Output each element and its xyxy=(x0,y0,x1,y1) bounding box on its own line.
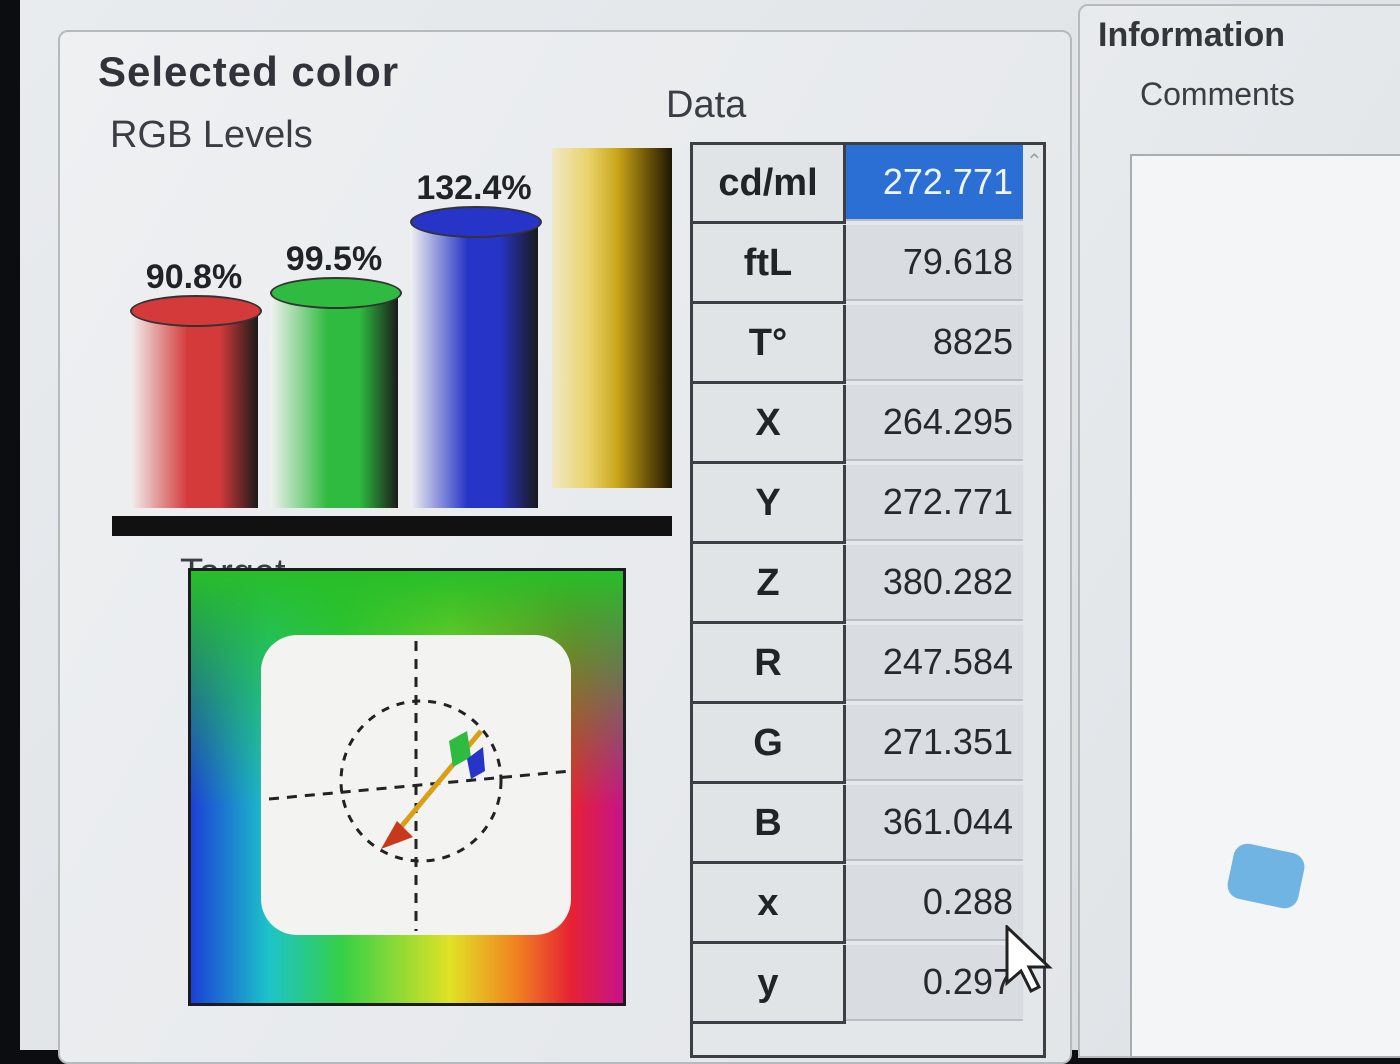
data-row[interactable]: y 0.297 xyxy=(693,945,1043,1025)
bar-blue-top xyxy=(410,206,542,238)
information-panel: Information Comments xyxy=(1078,4,1400,1058)
data-row-key: cd/ml xyxy=(693,145,846,224)
arrow-head xyxy=(381,821,413,849)
bar-blue-body xyxy=(410,224,538,508)
data-row-value[interactable]: 247.584 xyxy=(846,625,1023,701)
data-row-value[interactable]: 380.282 xyxy=(846,545,1023,621)
target-crosshair xyxy=(268,641,572,931)
data-row[interactable]: ftL 79.618 xyxy=(693,225,1043,305)
data-row-value[interactable]: 79.618 xyxy=(846,225,1023,301)
data-row-key: X xyxy=(693,385,846,464)
data-row-key: Z xyxy=(693,545,846,624)
bar-blue: 132.4% xyxy=(410,144,542,508)
screen: Selected color RGB Levels Data Target 90… xyxy=(20,0,1400,1064)
panel-title: Selected color xyxy=(98,48,400,95)
target-circle xyxy=(339,699,503,863)
data-row-key: Y xyxy=(693,465,846,544)
bar-green-body xyxy=(270,295,398,508)
data-row[interactable]: T° 8825 xyxy=(693,305,1043,385)
data-row[interactable]: B 361.044 xyxy=(693,785,1043,865)
data-row-value[interactable]: 0.297 xyxy=(846,945,1023,1021)
data-row-value[interactable]: 264.295 xyxy=(846,385,1023,461)
bar-green: 99.5% xyxy=(270,215,402,508)
data-table[interactable]: ⌃ cd/ml 272.771 ftL 79.618 T° 8825 X 264.295 Y 27… xyxy=(690,142,1046,1058)
rgb-levels-chart: 90.8% 99.5% 132.4% xyxy=(112,148,672,536)
data-row-value[interactable]: 8825 xyxy=(846,305,1023,381)
bar-green-top xyxy=(270,277,402,309)
comments-textarea[interactable] xyxy=(1130,154,1400,1058)
data-row[interactable]: x 0.288 xyxy=(693,865,1043,945)
chart-gradient-background xyxy=(552,148,672,488)
data-label: Data xyxy=(666,84,747,126)
data-row-key: T° xyxy=(693,305,846,384)
crosshair-horizontal xyxy=(268,769,572,801)
data-row-key: R xyxy=(693,625,846,704)
data-row-key: ftL xyxy=(693,225,846,304)
data-row-value[interactable]: 361.044 xyxy=(846,785,1023,861)
bar-red: 90.8% xyxy=(130,233,262,508)
bar-green-label: 99.5% xyxy=(285,240,383,278)
data-row[interactable]: X 264.295 xyxy=(693,385,1043,465)
data-row-key: y xyxy=(693,945,846,1024)
data-row[interactable]: R 247.584 xyxy=(693,625,1043,705)
data-row[interactable]: cd/ml 272.771 xyxy=(693,145,1043,225)
data-row-value[interactable]: 271.351 xyxy=(846,705,1023,781)
target-chart xyxy=(188,568,626,1006)
data-row-key: B xyxy=(693,785,846,864)
data-row-key: G xyxy=(693,705,846,784)
data-row-key: x xyxy=(693,865,846,944)
data-row-value[interactable]: 272.771 xyxy=(846,145,1023,221)
bar-red-top xyxy=(130,295,262,327)
data-row[interactable]: Z 380.282 xyxy=(693,545,1043,625)
bar-red-body xyxy=(130,313,258,508)
mouse-pointer-icon xyxy=(1005,925,1053,994)
comments-label: Comments xyxy=(1140,76,1295,112)
data-row[interactable]: G 271.351 xyxy=(693,705,1043,785)
information-title: Information xyxy=(1098,16,1285,54)
chart-baseline xyxy=(112,516,672,536)
bar-blue-label: 132.4% xyxy=(416,169,532,207)
data-row-value[interactable]: 272.771 xyxy=(846,465,1023,541)
bar-red-label: 90.8% xyxy=(145,258,243,296)
data-row[interactable]: Y 272.771 xyxy=(693,465,1043,545)
data-row-value[interactable]: 0.288 xyxy=(846,865,1023,941)
